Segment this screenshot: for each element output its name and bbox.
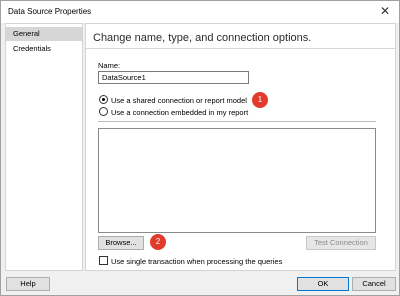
test-connection-button[interactable]: Test Connection xyxy=(306,236,376,250)
sidebar-item-credentials[interactable]: Credentials xyxy=(6,42,82,56)
radio-shared-connection[interactable] xyxy=(99,95,108,104)
single-transaction-checkbox[interactable] xyxy=(99,256,108,265)
callout-badge-2: 2 xyxy=(150,234,166,250)
cancel-button[interactable]: Cancel xyxy=(352,277,396,291)
callout-badge-1: 1 xyxy=(252,92,268,108)
sidebar: General Credentials xyxy=(5,23,83,271)
window-title: Data Source Properties xyxy=(8,7,92,16)
radio-embedded-label: Use a connection embedded in my report xyxy=(111,108,249,117)
title-bar: Data Source Properties ✕ xyxy=(1,1,399,23)
dialog-window: Data Source Properties ✕ General Credent… xyxy=(0,0,400,296)
connection-list[interactable] xyxy=(98,128,376,233)
name-label: Name: xyxy=(98,61,121,70)
header-divider xyxy=(86,48,395,49)
sidebar-item-general[interactable]: General xyxy=(6,27,82,41)
ok-button[interactable]: OK xyxy=(297,277,349,291)
help-button[interactable]: Help xyxy=(6,277,50,291)
section-divider xyxy=(98,121,376,122)
page-title: Change name, type, and connection option… xyxy=(93,32,312,44)
browse-button[interactable]: Browse... xyxy=(98,236,144,250)
radio-shared-label: Use a shared connection or report model xyxy=(111,96,247,105)
radio-embedded-connection[interactable] xyxy=(99,107,108,116)
close-icon[interactable]: ✕ xyxy=(377,3,393,19)
main-panel: Change name, type, and connection option… xyxy=(85,23,396,271)
name-field[interactable]: DataSource1 xyxy=(98,71,249,84)
single-transaction-label: Use single transaction when processing t… xyxy=(111,257,283,266)
